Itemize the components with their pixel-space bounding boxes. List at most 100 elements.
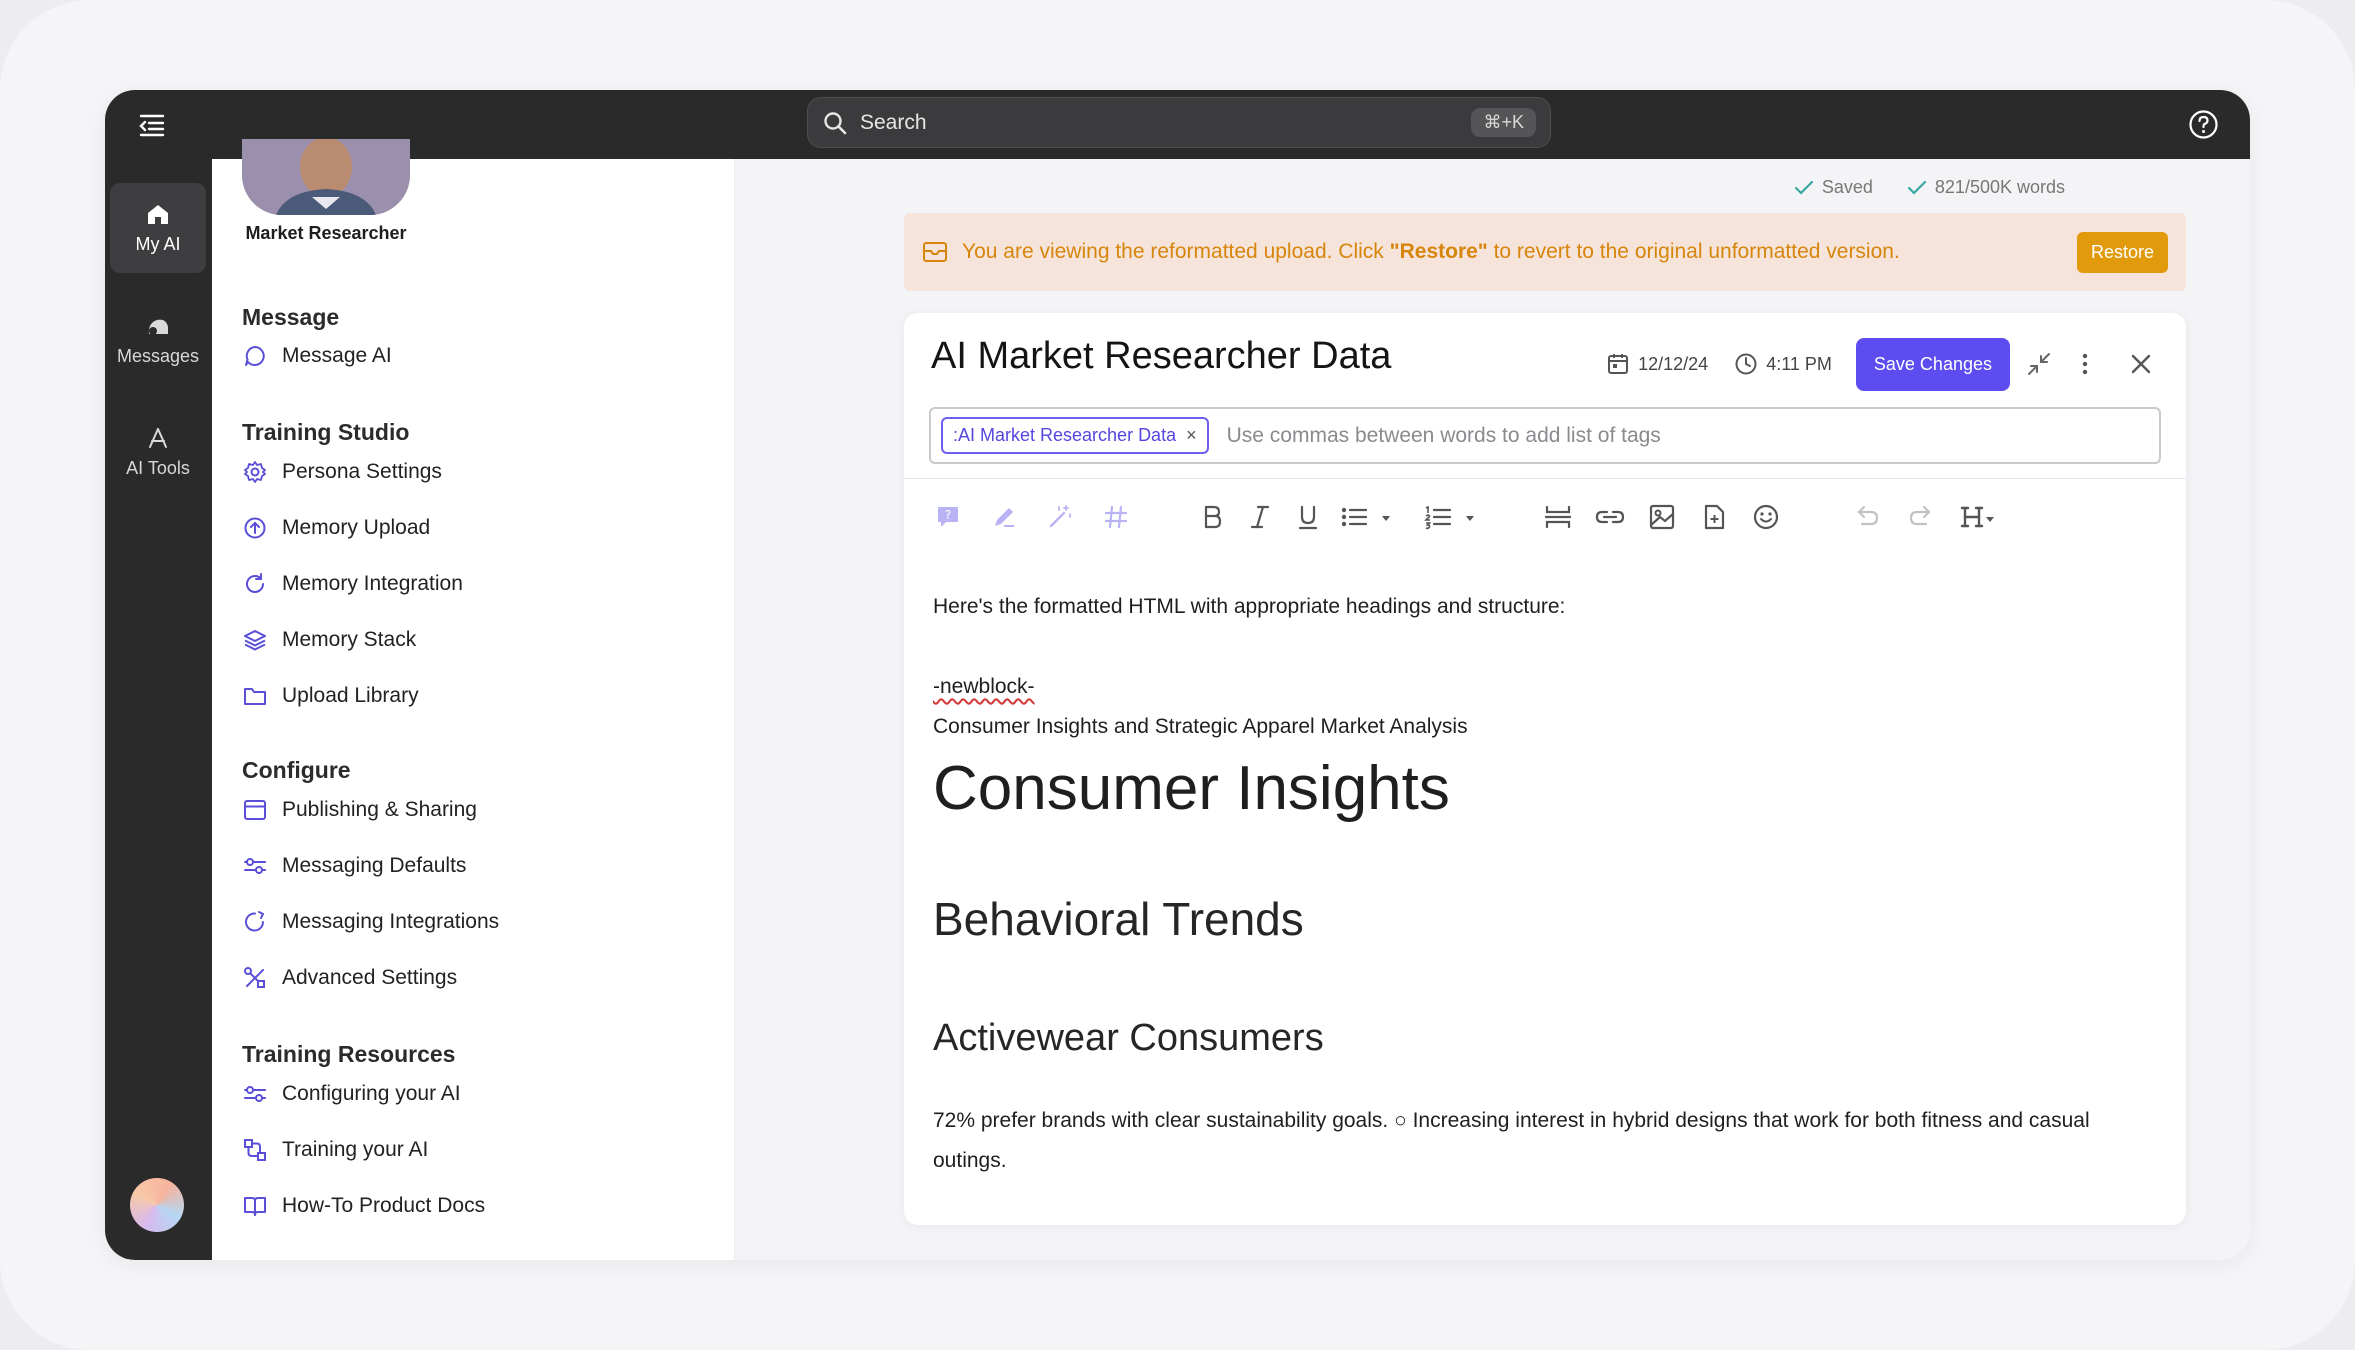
search-icon <box>824 111 847 134</box>
date-label: 12/12/24 <box>1638 353 1709 374</box>
search-input[interactable] <box>860 110 1472 135</box>
ai-write-button[interactable] <box>985 498 1023 536</box>
nav-item-messaging-defaults[interactable]: Messaging Defaults <box>242 846 466 886</box>
rail-label-my-ai: My AI <box>135 233 181 254</box>
emoji-icon <box>1753 504 1779 530</box>
italic-icon <box>1250 505 1270 529</box>
save-changes-button[interactable]: Save Changes <box>1855 337 2010 391</box>
remove-tag-icon[interactable]: × <box>1186 425 1197 446</box>
redo-button[interactable] <box>1903 498 1941 536</box>
rail-label-messages: Messages <box>116 345 200 366</box>
numbered-list-icon <box>1424 505 1474 530</box>
heading-3: Activewear Consumers <box>933 1017 1324 1059</box>
nav-item-publishing-sharing[interactable]: Publishing & Sharing <box>242 790 477 830</box>
document-title[interactable]: AI Market Researcher Data <box>931 335 1391 378</box>
restore-button[interactable]: Restore <box>2076 231 2168 273</box>
time-label: 4:11 PM <box>1766 353 1832 374</box>
nav-item-upload-library[interactable]: Upload Library <box>242 676 419 716</box>
nav-item-advanced-settings[interactable]: Advanced Settings <box>242 958 457 998</box>
nav-item-configuring-your-ai[interactable]: Configuring your AI <box>242 1074 461 1114</box>
section-heading-training-studio: Training Studio <box>242 419 410 445</box>
tag-label: :AI Market Researcher Data <box>953 425 1177 445</box>
persona-photo <box>242 139 410 215</box>
more-options-button[interactable] <box>2068 347 2102 381</box>
bold-icon <box>1204 505 1222 529</box>
user-avatar[interactable] <box>130 1178 184 1232</box>
numbered-list-button[interactable] <box>1423 498 1479 536</box>
ai-comment-button[interactable]: ? <box>929 498 967 536</box>
help-button[interactable] <box>2187 108 2220 141</box>
nav-item-memory-upload[interactable]: Memory Upload <box>242 508 430 548</box>
ai-magic-button[interactable] <box>1041 498 1079 536</box>
horizontal-rule-button[interactable] <box>1539 498 1577 536</box>
nav-label: How-To Product Docs <box>282 1194 486 1217</box>
nav-item-memory-stack[interactable]: Memory Stack <box>242 620 416 660</box>
nav-item-memory-integration[interactable]: Memory Integration <box>242 564 463 604</box>
menu-toggle-button[interactable] <box>135 108 169 142</box>
emoji-button[interactable] <box>1747 498 1785 536</box>
nav-label: Memory Stack <box>282 628 417 651</box>
newblock-marker: -newblock- <box>933 667 2163 707</box>
tags-field[interactable]: :AI Market Researcher Data × <box>929 407 2161 464</box>
upload-icon <box>244 517 266 539</box>
gear-icon <box>244 461 266 483</box>
bold-button[interactable] <box>1193 498 1231 536</box>
nav-label: Persona Settings <box>282 460 442 483</box>
sidebar: Market Researcher Message Message AI Tra… <box>212 139 735 1260</box>
search-bar[interactable]: ⌘+K <box>807 97 1551 148</box>
nav-label: Advanced Settings <box>282 966 458 989</box>
nav-item-training-your-ai[interactable]: Training your AI <box>242 1130 428 1170</box>
saved-label: Saved <box>1821 177 1873 197</box>
tags-input[interactable] <box>1226 423 2149 448</box>
nav-item-message-ai[interactable]: Message AI <box>242 336 392 376</box>
close-button[interactable] <box>2124 347 2158 381</box>
clock-icon <box>1735 353 1757 375</box>
undo-button[interactable] <box>1847 498 1885 536</box>
bullet-list-button[interactable] <box>1339 498 1395 536</box>
messages-icon <box>148 319 168 335</box>
time-meta: 4:11 PM <box>1734 352 1832 376</box>
chat-sync-icon <box>245 911 265 932</box>
nav-label: Memory Upload <box>282 516 431 539</box>
chat-bubble-icon <box>245 346 265 366</box>
book-icon <box>244 1197 266 1216</box>
nav-label: Messaging Defaults <box>282 854 467 877</box>
image-icon <box>1649 504 1675 530</box>
italic-button[interactable] <box>1241 498 1279 536</box>
banner-text: You are viewing the reformatted upload. … <box>962 240 2077 264</box>
pen-icon <box>995 508 1014 527</box>
sliders-icon <box>244 1086 266 1102</box>
rail-item-messages[interactable]: Messages <box>110 295 206 385</box>
collapse-button[interactable] <box>2022 347 2056 381</box>
nav-item-how-to-product-docs[interactable]: How-To Product Docs <box>242 1186 485 1226</box>
link-button[interactable] <box>1591 498 1629 536</box>
section-heading-training-resources: Training Resources <box>242 1041 456 1067</box>
check-icon <box>1907 180 1927 195</box>
newblock-text: -newblock- <box>933 675 1035 698</box>
check-icon <box>1794 180 1813 195</box>
rail-item-ai-tools[interactable]: AI Tools <box>110 407 206 497</box>
close-icon <box>2131 354 2151 374</box>
underline-button[interactable] <box>1289 498 1327 536</box>
file-add-icon <box>1704 504 1725 530</box>
bullet-list-icon <box>1341 507 1390 527</box>
file-button[interactable] <box>1695 498 1733 536</box>
banner-text-bold: "Restore" <box>1389 240 1488 263</box>
editor-content[interactable]: Here's the formatted HTML with appropria… <box>933 587 2163 1181</box>
heading-button[interactable] <box>1959 498 2009 536</box>
sliders-icon <box>244 858 266 874</box>
nav-item-messaging-integrations[interactable]: Messaging Integrations <box>242 902 499 942</box>
rail-item-my-ai[interactable]: My AI <box>110 183 206 273</box>
image-button[interactable] <box>1643 498 1681 536</box>
hashtag-button[interactable] <box>1097 498 1135 536</box>
date-meta: 12/12/24 <box>1606 352 1708 376</box>
persona-avatar <box>242 139 410 215</box>
nav-label: Messaging Integrations <box>282 910 500 933</box>
undo-icon <box>1857 505 1879 526</box>
top-bar: ⌘+K <box>105 90 2250 159</box>
banner-text-after: to revert to the original unformatted ve… <box>1487 240 1900 263</box>
nav-item-persona-settings[interactable]: Persona Settings <box>242 452 442 492</box>
body-paragraph: 72% prefer brands with clear sustainabil… <box>933 1109 2090 1172</box>
menu-collapse-icon <box>139 114 165 137</box>
refresh-icon <box>246 573 264 593</box>
